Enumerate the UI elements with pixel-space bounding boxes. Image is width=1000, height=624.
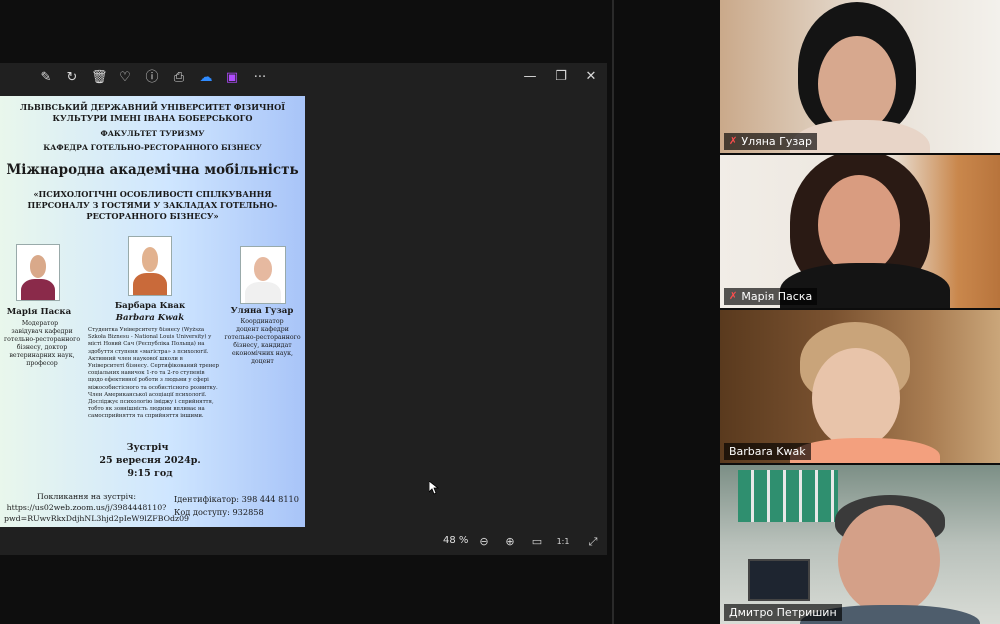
meeting-label: Зустріч (126, 442, 169, 453)
meeting-time: 9:15 год (127, 468, 173, 479)
poster-faculty: ФАКУЛЬТЕТ ТУРИЗМУ (100, 129, 205, 138)
poster-subtitle: «ПСИХОЛОГІЧНІ ОСОБЛИВОСТІ СПІЛКУВАННЯ ПЕ… (27, 189, 278, 221)
actual-size-icon[interactable]: 1:1 (556, 535, 570, 549)
info-icon[interactable]: ⓘ (144, 70, 160, 86)
speaker-name-3: Уляна Гузар (230, 306, 294, 316)
mic-muted-icon: ✗ (729, 136, 738, 147)
print-icon[interactable]: ⎙ (171, 70, 187, 86)
participant-tile-4[interactable]: Дмитро Петришин (720, 465, 1000, 624)
restore-icon[interactable]: ❐ (553, 69, 569, 85)
meeting-link-url-1[interactable]: https://us02web.zoom.us/j/3984448110? (4, 502, 169, 513)
poster-title: Міжнародна академічна мобільність (6, 162, 299, 178)
participant-name-3: Barbara Kwak (729, 445, 806, 458)
meeting-link-label: Покликання на зустріч: (37, 492, 136, 501)
speaker-photo-3 (240, 246, 286, 304)
participant-tile-3[interactable]: Barbara Kwak (720, 310, 1000, 463)
speaker-desc-1: завідувач кафедри готельно-ресторанного … (3, 328, 81, 367)
speaker-role-3: Координатор (240, 318, 284, 325)
meeting-passcode: Код доступу: 932858 (174, 507, 264, 517)
favorite-icon[interactable]: ♡ (117, 70, 133, 86)
speaker-bio-2: Студентка Університету бізнесу (Wyższa S… (88, 327, 219, 420)
zoom-out-icon[interactable]: ⊖ (477, 535, 491, 549)
speaker-name-1: Марія Паска (6, 307, 72, 317)
speaker-name-latin-2: Barbara Kwak (115, 313, 185, 323)
fit-to-window-icon[interactable]: ▭ (530, 535, 544, 549)
close-icon[interactable]: ✕ (583, 69, 599, 85)
panel-divider (612, 0, 614, 624)
participant-label-3: Barbara Kwak (724, 443, 811, 460)
meeting-id: Ідентифікатор: 398 444 8110 (174, 494, 299, 504)
viewer-toolbar: ✎ ↻ 🗑 ♡ ⓘ ⎙ ☁ ▣ ··· — ❐ ✕ (0, 63, 607, 93)
speaker-photo-2 (128, 236, 172, 296)
participant-label-2: ✗ Марія Паска (724, 288, 818, 305)
poster-university: ЛЬВІВСЬКИЙ ДЕРЖАВНИЙ УНІВЕРСИТЕТ ФІЗИЧНО… (19, 102, 286, 123)
meeting-link-url-2[interactable]: pwd=RUwvRkxDdjhNL3hjd2pIeW9lZFBOdz09 (4, 513, 189, 524)
more-icon[interactable]: ··· (250, 70, 270, 86)
minimize-icon[interactable]: — (522, 69, 538, 85)
participant-name-1: Уляна Гузар (741, 135, 812, 148)
speaker-name-2: Барбара Квак (114, 301, 186, 311)
photo-viewer-window: ✎ ↻ 🗑 ♡ ⓘ ⎙ ☁ ▣ ··· — ❐ ✕ ЛЬВІВСЬКИЙ ДЕР… (0, 63, 607, 555)
cloud-icon[interactable]: ☁ (198, 70, 214, 86)
delete-icon[interactable]: 🗑 (91, 70, 108, 86)
participant-label-4: Дмитро Петришин (724, 604, 842, 621)
image-canvas[interactable]: ЛЬВІВСЬКИЙ ДЕРЖАВНИЙ УНІВЕРСИТЕТ ФІЗИЧНО… (0, 93, 607, 530)
edit-icon[interactable]: ✎ (38, 70, 54, 86)
participant-label-1: ✗ Уляна Гузар (724, 133, 817, 150)
zoom-level[interactable]: 48 % (443, 535, 468, 546)
video-editor-icon[interactable]: ▣ (224, 70, 240, 86)
speaker-photo-1 (16, 244, 60, 301)
shared-screen: ✎ ↻ 🗑 ♡ ⓘ ⎙ ☁ ▣ ··· — ❐ ✕ ЛЬВІВСЬКИЙ ДЕР… (0, 0, 612, 624)
poster-department: КАФЕДРА ГОТЕЛЬНО-РЕСТОРАННОГО БІЗНЕСУ (43, 143, 262, 152)
fullscreen-icon[interactable]: ⤢ (586, 535, 600, 549)
event-poster: ЛЬВІВСЬКИЙ ДЕРЖАВНИЙ УНІВЕРСИТЕТ ФІЗИЧНО… (0, 96, 305, 527)
participant-tile-1[interactable]: ✗ Уляна Гузар (720, 0, 1000, 153)
meeting-date: 25 вересня 2024р. (99, 455, 201, 466)
speaker-desc-3: доцент кафедри готельно-ресторанного біз… (224, 326, 301, 365)
viewer-statusbar: 48 % ⊖ ⊕ ▭ 1:1 ⤢ (0, 530, 607, 555)
rotate-icon[interactable]: ↻ (64, 70, 80, 86)
participant-name-4: Дмитро Петришин (729, 606, 837, 619)
participant-name-2: Марія Паска (741, 290, 813, 303)
speaker-role-1: Модератор (21, 320, 59, 327)
mic-muted-icon: ✗ (729, 291, 738, 302)
participant-tile-2[interactable]: ✗ Марія Паска (720, 155, 1000, 308)
zoom-in-icon[interactable]: ⊕ (503, 535, 517, 549)
